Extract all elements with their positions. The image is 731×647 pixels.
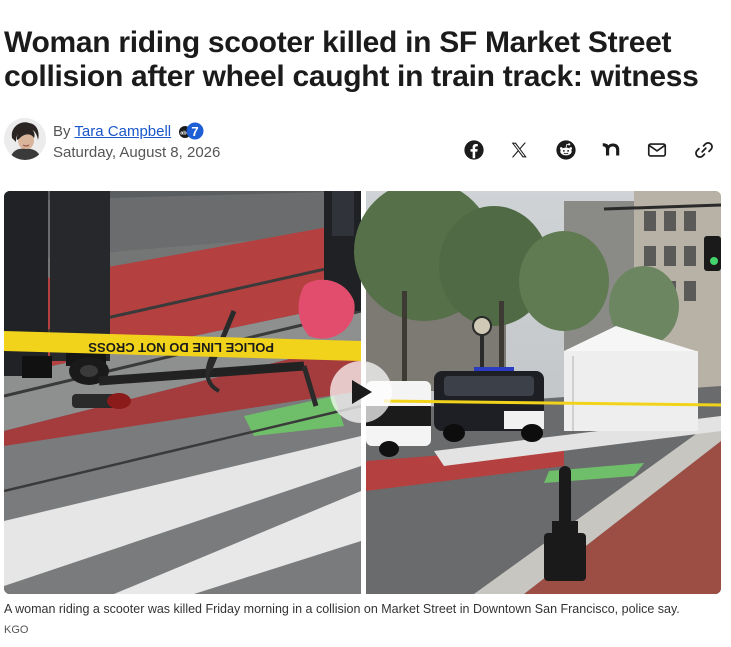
video-caption: A woman riding a scooter was killed Frid… (4, 602, 680, 616)
video-player[interactable]: POLICE LINE DO NOT CROSS (4, 191, 721, 594)
scene-right-panel (354, 191, 721, 594)
play-button[interactable] (330, 361, 392, 423)
scene-left-panel: POLICE LINE DO NOT CROSS (4, 191, 362, 594)
share-reddit-button[interactable] (553, 138, 579, 162)
share-nextdoor-button[interactable] (598, 138, 624, 162)
author-avatar[interactable] (4, 118, 46, 160)
article-headline: Woman riding scooter killed in SF Market… (4, 26, 699, 93)
share-x-button[interactable] (506, 138, 532, 162)
publish-date: Saturday, August 8, 2026 (53, 144, 221, 161)
abc7-logo-icon: abc 7 (178, 121, 204, 141)
copy-link-icon (695, 142, 713, 158)
byline-author-row: By Tara Campbell abc 7 (53, 121, 204, 141)
share-email-button[interactable] (644, 138, 670, 162)
by-label: By (53, 123, 71, 140)
share-facebook-button[interactable] (461, 138, 487, 162)
x-icon (511, 142, 527, 158)
share-copy-link-button[interactable] (691, 138, 717, 162)
svg-text:7: 7 (192, 124, 199, 139)
nextdoor-icon (602, 143, 620, 156)
reddit-icon (556, 140, 576, 160)
play-icon (352, 380, 372, 404)
author-link[interactable]: Tara Campbell (74, 123, 171, 140)
facebook-icon (464, 140, 484, 160)
email-icon (647, 143, 667, 157)
tape-text: POLICE LINE DO NOT CROSS (88, 340, 274, 355)
photo-credit: KGO (4, 624, 29, 636)
